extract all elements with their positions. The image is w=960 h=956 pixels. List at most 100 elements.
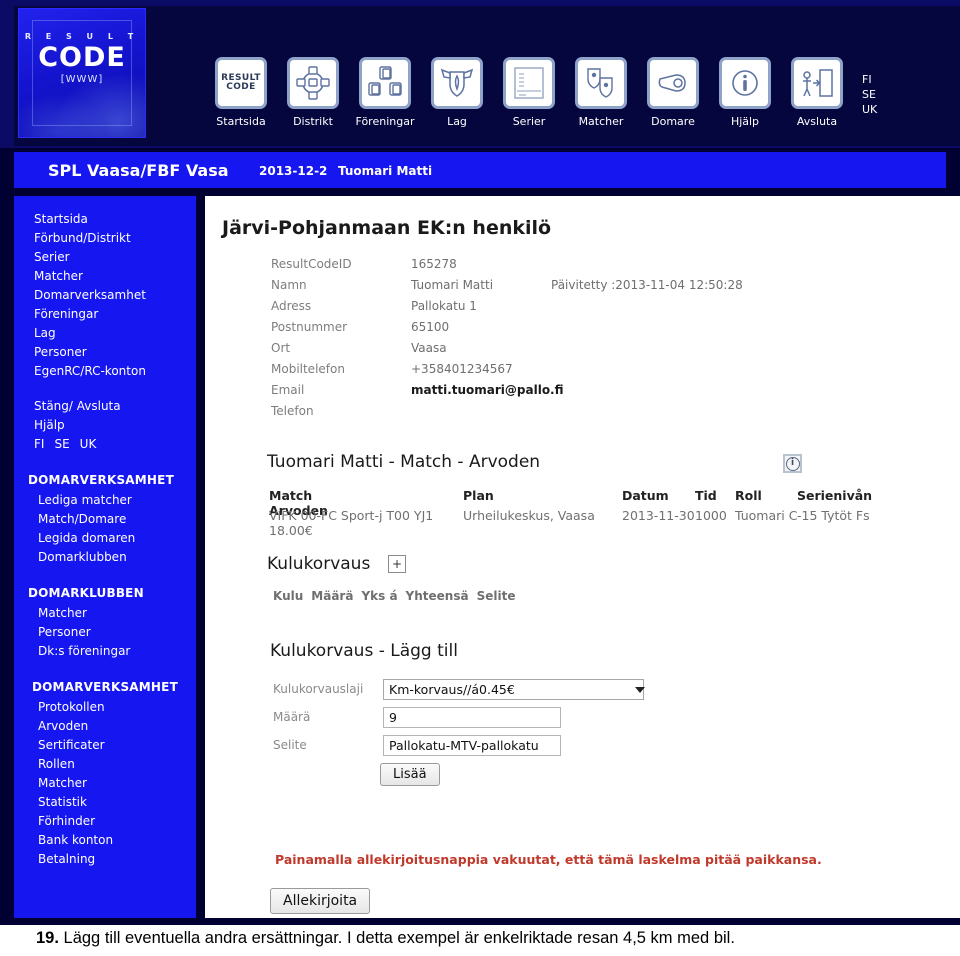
cell-arvode: 18.00€ <box>269 523 313 538</box>
nav-item-matcher[interactable]: Matcher <box>565 57 637 128</box>
sidebar-item-forhinder[interactable]: Förhinder <box>14 812 196 831</box>
submit-button-wrapper: Lisää <box>380 763 440 786</box>
person-label: Postnummer <box>271 320 348 334</box>
series-table-icon <box>503 57 555 109</box>
sidebar-item-legida-domaren[interactable]: Legida domaren <box>14 529 196 548</box>
cell-datum: 2013-11-30 <box>622 508 695 523</box>
sidebar-lang-se[interactable]: SE <box>54 437 69 451</box>
sidebar-item-egenrc[interactable]: EgenRC/RC-konton <box>14 362 196 381</box>
col-header-yks-a: Yks á <box>361 589 398 603</box>
nav-item-foreningar[interactable]: Föreningar <box>349 57 421 128</box>
nav-item-distrikt[interactable]: Distrikt <box>277 57 349 128</box>
sidebar-heading-domarklubben: DOMARKLUBBEN <box>28 586 144 600</box>
sidebar-item-stang-avsluta[interactable]: Stäng/ Avsluta <box>14 397 196 416</box>
sidebar-heading-domarverksamhet-2: DOMARVERKSAMHET <box>32 680 178 694</box>
person-row: Telefon <box>271 401 743 422</box>
resultcode-logo: R E S U L T CODE [WWW] <box>18 8 146 138</box>
col-header-kulu: Kulu <box>273 589 304 603</box>
table-row[interactable]: VIFK 00-FC Sport-j T00 YJ1 Urheilukeskus,… <box>269 508 929 538</box>
sidebar-item-matcher[interactable]: Matcher <box>14 267 196 286</box>
sidebar-item-dv-matcher[interactable]: Matcher <box>14 774 196 793</box>
lang-se[interactable]: SE <box>862 87 877 102</box>
context-bar: SPL Vaasa/FBF Vasa 2013-12-2 Tuomari Mat… <box>14 152 946 188</box>
logo-www-text: [WWW] <box>60 74 104 85</box>
maara-input[interactable]: 9 <box>383 707 561 728</box>
kulukorvauslaji-select[interactable]: Km-korvaus//á0.45€ <box>383 679 644 700</box>
sidebar-item-foreningar[interactable]: Föreningar <box>14 305 196 324</box>
nav-item-lag[interactable]: Lag <box>421 57 493 128</box>
person-row: ResultCodeID 165278 <box>271 254 743 275</box>
sidebar-item-dk-personer[interactable]: Personer <box>14 623 196 642</box>
arvoden-section-title: Tuomari Matti - Match - Arvoden <box>267 452 541 472</box>
nav-item-startsida[interactable]: RESULT CODE Startsida <box>205 57 277 128</box>
person-row: Email matti.tuomari@pallo.fi <box>271 380 743 401</box>
chevron-down-icon[interactable] <box>635 687 645 693</box>
col-header-plan: Plan <box>463 488 494 503</box>
nav-item-avsluta[interactable]: Avsluta <box>781 57 853 128</box>
sidebar-item-statistik[interactable]: Statistik <box>14 793 196 812</box>
resultcode-logo-icon: RESULT CODE <box>215 57 267 109</box>
logged-in-user: Tuomari Matti <box>338 164 433 178</box>
form-row-maara: Määrä 9 <box>273 707 693 730</box>
sidebar-item-lag[interactable]: Lag <box>14 324 196 343</box>
sidebar-language-switcher: FI SE UK <box>14 435 196 454</box>
person-row: Ort Vaasa <box>271 338 743 359</box>
nav-item-serier[interactable]: Serier <box>493 57 565 128</box>
sidebar-item-rollen[interactable]: Rollen <box>14 755 196 774</box>
sidebar-item-bank-konton[interactable]: Bank konton <box>14 831 196 850</box>
sidebar-item-dk-matcher[interactable]: Matcher <box>14 604 196 623</box>
sidebar-item-forbund-distrikt[interactable]: Förbund/Distrikt <box>14 229 196 248</box>
sidebar-item-match-domare[interactable]: Match/Domare <box>14 510 196 529</box>
sidebar-lang-fi[interactable]: FI <box>34 437 44 451</box>
field-label-kulukorvauslaji: Kulukorvauslaji <box>273 682 364 696</box>
person-row: Namn Tuomari Matti Päivitetty :2013-11-04 … <box>271 275 743 296</box>
add-form-title: Kulukorvaus - Lägg till <box>270 641 458 661</box>
screenshot-page: R E S U L T CODE [WWW] RESULT CODE Starts… <box>0 0 960 956</box>
sidebar-lang-uk[interactable]: UK <box>80 437 97 451</box>
person-updated-timestamp: Päivitetty :2013-11-04 12:50:28 <box>551 278 743 292</box>
person-label: Adress <box>271 299 312 313</box>
sidebar-item-hjalp[interactable]: Hjälp <box>14 416 196 435</box>
person-row: Adress Pallokatu 1 <box>271 296 743 317</box>
field-control-wrapper: Km-korvaus//á0.45€ <box>383 679 644 700</box>
lang-uk[interactable]: UK <box>862 102 877 117</box>
sidebar-item-dk-foreningar[interactable]: Dk:s föreningar <box>14 642 196 661</box>
sidebar-item-serier[interactable]: Serier <box>14 248 196 267</box>
sidebar-item-sertificater[interactable]: Sertificater <box>14 736 196 755</box>
add-kulukorvaus-button[interactable]: + <box>388 555 406 573</box>
form-row-kulukorvauslaji: Kulukorvauslaji Km-korvaus//á0.45€ <box>273 679 693 702</box>
info-circle-icon[interactable]: i <box>783 454 802 473</box>
field-control-wrapper: Pallokatu-MTV-pallokatu <box>383 735 561 756</box>
col-header-selite: Selite <box>476 589 516 603</box>
sidebar-item-arvoden[interactable]: Arvoden <box>14 717 196 736</box>
person-label: Mobiltelefon <box>271 362 345 376</box>
nav-label: Matcher <box>578 115 624 128</box>
allekirjoita-button[interactable]: Allekirjoita <box>270 888 371 914</box>
form-row-selite: Selite Pallokatu-MTV-pallokatu <box>273 735 693 758</box>
sidebar-item-startsida[interactable]: Startsida <box>14 210 196 229</box>
whistle-icon <box>647 57 699 109</box>
app-window: R E S U L T CODE [WWW] RESULT CODE Starts… <box>0 0 960 925</box>
col-header-match: Match <box>269 488 313 503</box>
main-content: Järvi-Pohjanmaan EK:n henkilö ResultCode… <box>205 196 960 918</box>
lang-fi[interactable]: FI <box>862 72 877 87</box>
sidebar-item-personer[interactable]: Personer <box>14 343 196 362</box>
cell-roll: Tuomari C <box>735 508 798 523</box>
sidebar-item-domarklubben[interactable]: Domarklubben <box>14 548 196 567</box>
sidebar-item-betalning[interactable]: Betalning <box>14 850 196 869</box>
sidebar-item-protokollen[interactable]: Protokollen <box>14 698 196 717</box>
caption-number: 19. <box>36 929 59 947</box>
person-email-value: matti.tuomari@pallo.fi <box>411 383 564 397</box>
sidebar-item-lediga-matcher[interactable]: Lediga matcher <box>14 491 196 510</box>
nav-label: Startsida <box>216 115 266 128</box>
language-switcher-top: FI SE UK <box>862 72 877 117</box>
selite-input[interactable]: Pallokatu-MTV-pallokatu <box>383 735 561 756</box>
nav-item-hjalp[interactable]: Hjälp <box>709 57 781 128</box>
lisaa-button[interactable]: Lisää <box>380 763 440 786</box>
sidebar-item-domarverksamhet[interactable]: Domarverksamhet <box>14 286 196 305</box>
nav-item-domare[interactable]: Domare <box>637 57 709 128</box>
person-value: Pallokatu 1 <box>411 299 477 313</box>
